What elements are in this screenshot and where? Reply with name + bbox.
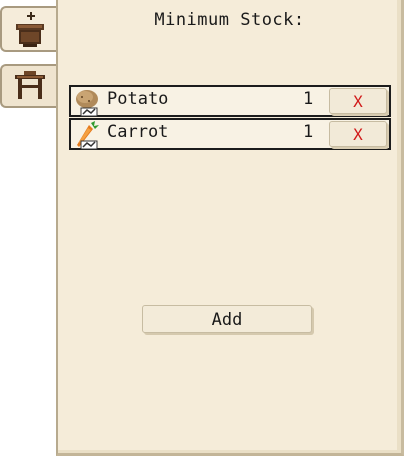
tab-workbench[interactable] [0, 64, 58, 108]
panel-title: Minimum Stock: [154, 10, 305, 30]
item-quantity[interactable]: 1 [303, 89, 313, 109]
add-button[interactable]: Add [142, 305, 312, 333]
item-name: Carrot [107, 122, 169, 142]
stock-row-carrot: Carrot 1 X [69, 118, 391, 150]
item-name: Potato [107, 89, 169, 109]
stock-row-potato: Potato 1 X [69, 85, 391, 117]
potato-icon [76, 90, 98, 117]
workbench-icon [15, 71, 45, 99]
carrot-icon [77, 121, 99, 150]
remove-button[interactable]: X [329, 88, 387, 114]
stock-panel: Minimum Stock: Potato 1 X Carrot 1 X Add [56, 0, 404, 456]
remove-button[interactable]: X [329, 121, 387, 147]
tab-stock[interactable] [0, 6, 58, 52]
stock-window: Minimum Stock: Potato 1 X Carrot 1 X Add [0, 0, 404, 456]
crafting-pot-icon [16, 12, 44, 47]
item-quantity[interactable]: 1 [303, 122, 313, 142]
